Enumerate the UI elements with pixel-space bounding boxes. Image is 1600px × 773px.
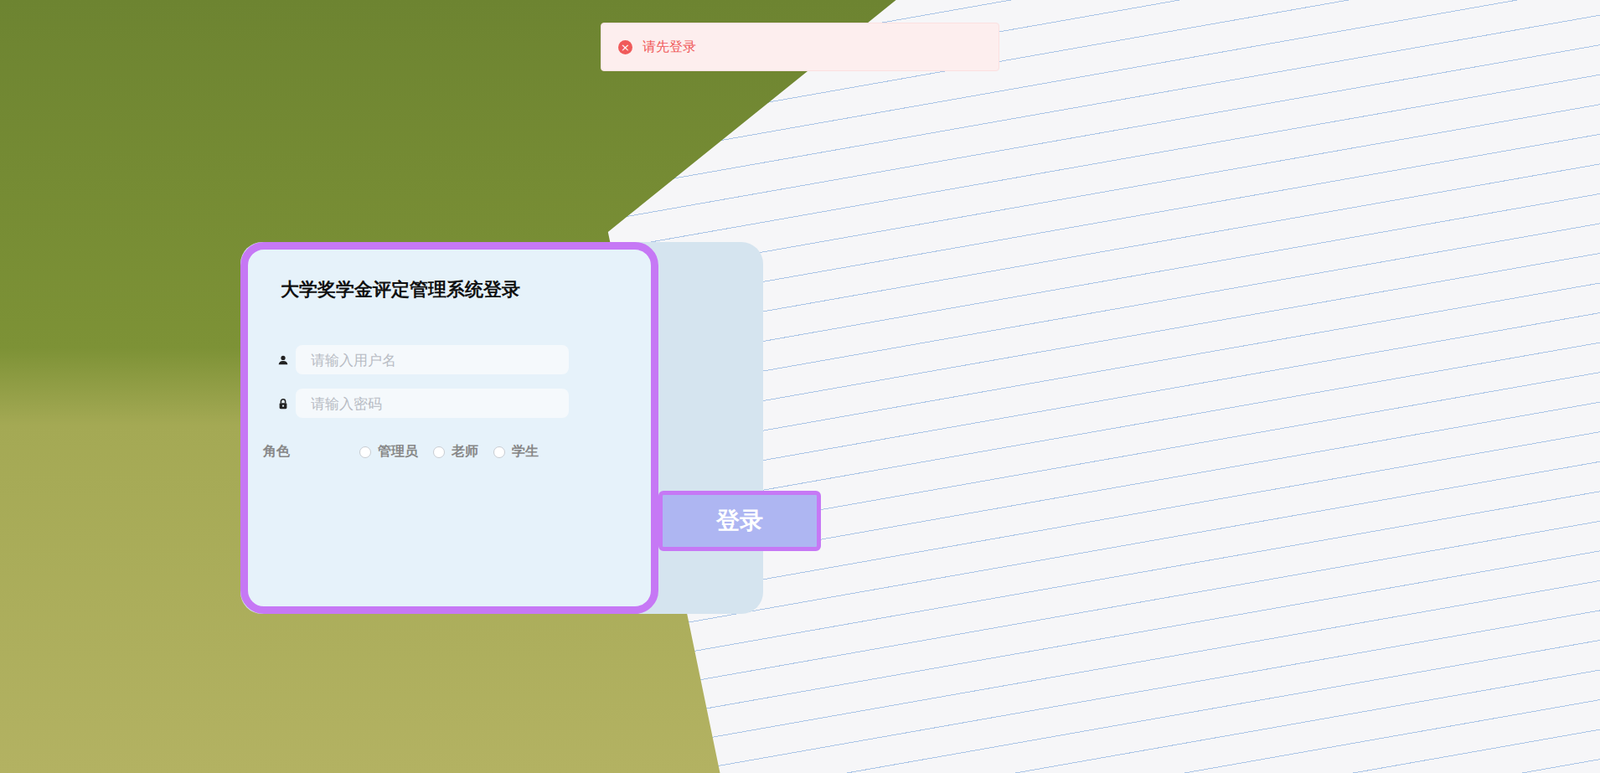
role-radio[interactable]: 老师: [433, 443, 479, 461]
password-row: [277, 388, 643, 419]
toast-message: 请先登录: [642, 38, 697, 57]
role-label: 角色: [263, 443, 360, 461]
error-toast: × 请先登录: [600, 22, 1000, 72]
role-radio[interactable]: 管理员: [359, 443, 419, 461]
username-input[interactable]: [295, 345, 569, 375]
login-page: × 请先登录大学奖学金评定管理系统登录角色管理员老师学生登录: [0, 0, 1600, 773]
error-icon: ×: [618, 40, 633, 55]
role-row: 角色管理员老师学生: [263, 443, 643, 461]
radio-circle[interactable]: [359, 446, 372, 459]
login-panel: 大学奖学金评定管理系统登录角色管理员老师学生登录: [240, 242, 764, 615]
role-radio[interactable]: 学生: [493, 443, 539, 461]
login-title: 大学奖学金评定管理系统登录: [280, 276, 643, 304]
user-icon: [277, 354, 290, 367]
login-card: 大学奖学金评定管理系统登录角色管理员老师学生: [240, 242, 659, 615]
radio-circle[interactable]: [433, 446, 445, 459]
radio-circle[interactable]: [493, 446, 506, 459]
username-row: [277, 345, 643, 375]
login-button[interactable]: 登录: [658, 490, 821, 552]
lock-icon: [277, 397, 290, 410]
password-input[interactable]: [295, 388, 569, 419]
